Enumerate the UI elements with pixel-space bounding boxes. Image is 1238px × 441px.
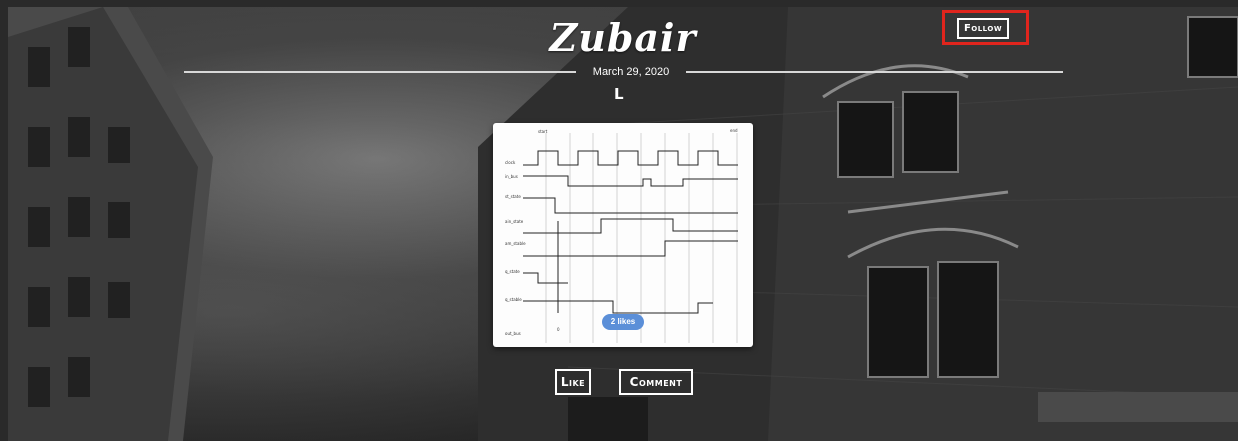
site-brand[interactable]: Zubair <box>8 15 1238 60</box>
diagram-label-clock: clock <box>505 160 516 165</box>
likes-badge[interactable]: 2 likes <box>602 314 644 330</box>
comment-button[interactable]: Comment <box>619 369 693 395</box>
diagram-label-zero: 0 <box>557 327 560 332</box>
follow-button[interactable]: Follow <box>957 18 1009 39</box>
like-button[interactable]: Like <box>555 369 591 395</box>
diagram-label-end: end <box>730 128 738 133</box>
diagram-label-start: start <box>538 129 548 134</box>
diagram-label-in-bus: in_bus <box>505 174 518 179</box>
post-image-card[interactable]: start end clock in_bus st_state ain_stat… <box>493 123 753 347</box>
diagram-label-out-bus: out_bus <box>505 331 521 336</box>
author-initial[interactable]: L <box>614 85 624 103</box>
post-date: March 29, 2020 <box>592 66 670 78</box>
divider-left <box>184 71 576 73</box>
diagram-label-q-state: q_state <box>505 269 520 274</box>
diagram-label-ain-state: ain_state <box>505 219 524 224</box>
follow-highlight: Follow <box>942 10 1029 45</box>
diagram-label-q-stable: q_stable <box>505 297 522 302</box>
diagram-label-st-state: st_state <box>505 194 521 199</box>
diagram-label-am-stable: am_stable <box>505 241 526 246</box>
divider-right <box>686 71 1063 73</box>
background-photo: Zubair Follow March 29, 2020 L start end… <box>8 7 1238 441</box>
